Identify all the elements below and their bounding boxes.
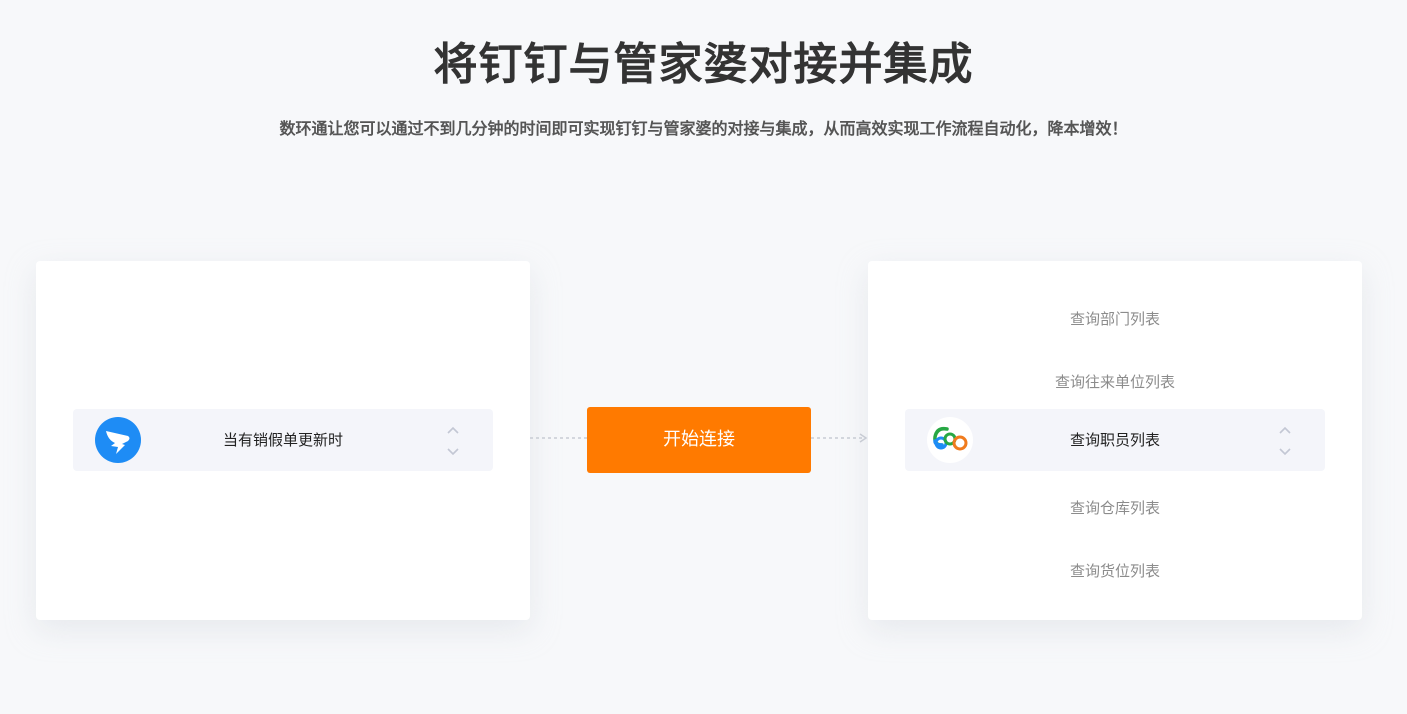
left-connector-line: [530, 437, 587, 439]
action-option[interactable]: 查询往来单位列表: [868, 371, 1362, 392]
page-title: 将钉钉与管家婆对接并集成: [433, 39, 974, 90]
chevron-down-icon[interactable]: [443, 444, 463, 458]
guanjiapo-logo-icon: [927, 417, 973, 463]
trigger-selector[interactable]: 当有销假单更新时: [73, 409, 493, 471]
right-connector-arrow: [811, 433, 868, 443]
action-option[interactable]: 查询货位列表: [868, 560, 1362, 581]
action-option[interactable]: 查询仓库列表: [868, 497, 1362, 518]
selected-action-label: 查询职员列表: [1069, 431, 1160, 449]
action-stepper[interactable]: [1275, 422, 1295, 458]
start-connect-button[interactable]: 开始连接: [587, 407, 811, 473]
dingtalk-logo-icon: [95, 417, 141, 463]
chevron-up-icon[interactable]: [1275, 422, 1295, 436]
chevron-up-icon[interactable]: [443, 422, 463, 436]
page-subtitle: 数环通让您可以通过不到几分钟的时间即可实现钉钉与管家婆的对接与集成，从而高效实现…: [279, 119, 1128, 138]
action-option[interactable]: 查询部门列表: [868, 308, 1362, 329]
selected-trigger-label: 当有销假单更新时: [222, 431, 343, 449]
trigger-stepper[interactable]: [443, 422, 463, 458]
trigger-card: 当有销假单更新时: [36, 261, 530, 620]
action-selector[interactable]: 查询职员列表: [905, 409, 1325, 471]
action-card: 查询部门列表 查询往来单位列表 查询职员列表 查询仓库列表 查询货位列表: [868, 261, 1362, 620]
chevron-down-icon[interactable]: [1275, 444, 1295, 458]
